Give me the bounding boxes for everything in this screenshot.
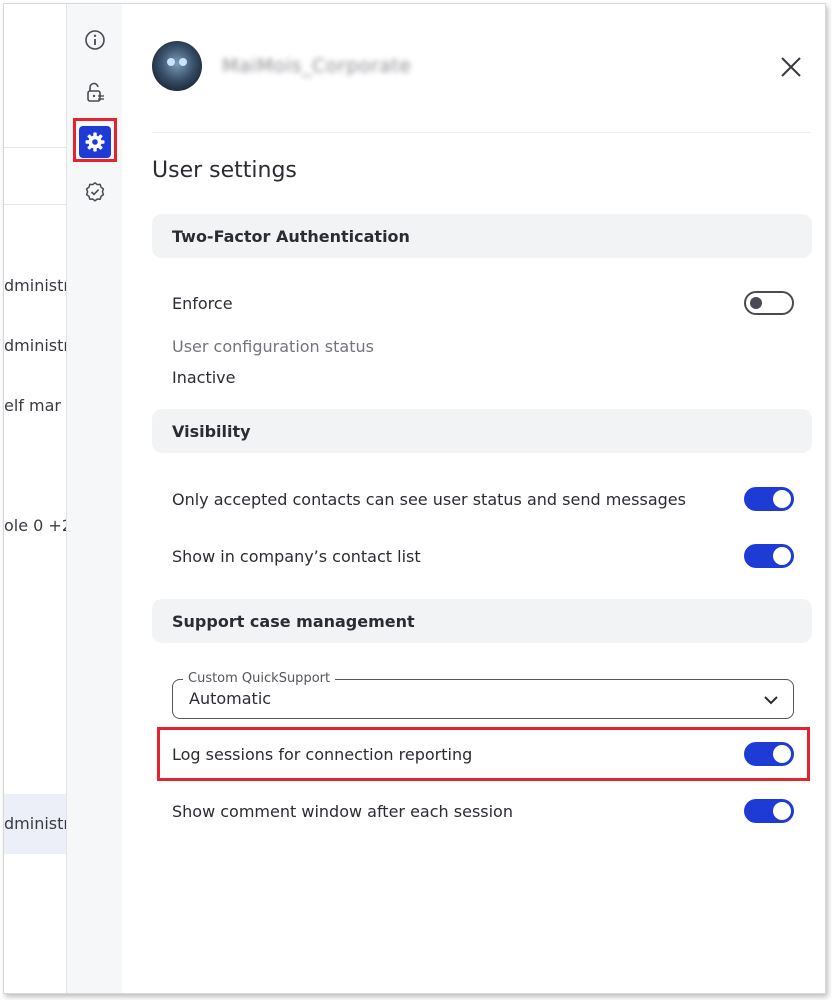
accepted-contacts-label: Only accepted contacts can see user stat…	[172, 489, 686, 509]
panel-header: MaiMois_Corporate	[152, 39, 805, 99]
config-status-label: User configuration status	[172, 337, 374, 356]
background-row-text: ole 0 +2	[4, 516, 66, 535]
comment-window-row: Show comment window after each session	[172, 798, 794, 824]
quicksupport-value: Automatic	[189, 689, 272, 708]
enforce-2fa-toggle[interactable]	[744, 291, 794, 315]
close-button[interactable]	[777, 53, 805, 81]
username-blurred: MaiMois_Corporate	[222, 55, 412, 77]
accepted-contacts-row: Only accepted contacts can see user stat…	[172, 486, 794, 512]
comment-window-label: Show comment window after each session	[172, 801, 513, 821]
background-user-list: dministr dministr elf mar ole 0 +2 dmini…	[4, 4, 66, 993]
enforce-2fa-row: Enforce	[172, 290, 794, 316]
quicksupport-label: Custom QuickSupport	[183, 671, 336, 686]
background-row-text: dministr	[4, 276, 66, 295]
log-sessions-highlight-box	[157, 727, 810, 781]
header-divider	[152, 132, 810, 133]
comment-window-toggle[interactable]	[744, 799, 794, 823]
close-icon	[781, 57, 801, 77]
background-divider	[4, 147, 66, 148]
company-list-label: Show in company’s contact list	[172, 546, 421, 566]
company-list-row: Show in company’s contact list	[172, 543, 794, 569]
quicksupport-select[interactable]: Custom QuickSupport Automatic	[172, 671, 794, 719]
background-row-text: elf mar	[4, 396, 61, 415]
user-settings-panel: MaiMois_Corporate User settings Two-Fact…	[122, 4, 825, 993]
avatar-detail	[179, 58, 187, 66]
info-icon	[85, 30, 105, 50]
avatar	[152, 41, 202, 91]
background-divider	[4, 204, 66, 205]
section-header-visibility: Visibility	[152, 409, 812, 453]
avatar-detail	[167, 58, 175, 66]
background-row-text: dministr	[4, 336, 66, 355]
page-title: User settings	[152, 158, 297, 183]
verification-button[interactable]	[79, 176, 111, 208]
permissions-button[interactable]	[79, 76, 111, 108]
accepted-contacts-toggle[interactable]	[744, 487, 794, 511]
enforce-label: Enforce	[172, 293, 233, 313]
section-header-support: Support case management	[152, 599, 812, 643]
app-window: dministr dministr elf mar ole 0 +2 dmini…	[3, 3, 826, 994]
verified-badge-icon	[85, 182, 105, 202]
side-icon-rail	[66, 4, 122, 993]
chevron-down-icon	[764, 696, 778, 705]
company-list-toggle[interactable]	[744, 544, 794, 568]
config-status-value: Inactive	[172, 368, 236, 387]
info-button[interactable]	[79, 24, 111, 56]
unlock-icon	[87, 82, 104, 102]
section-header-two-factor: Two-Factor Authentication	[152, 214, 812, 258]
settings-highlight-box	[73, 118, 117, 162]
background-row-text: dministr	[4, 814, 66, 833]
